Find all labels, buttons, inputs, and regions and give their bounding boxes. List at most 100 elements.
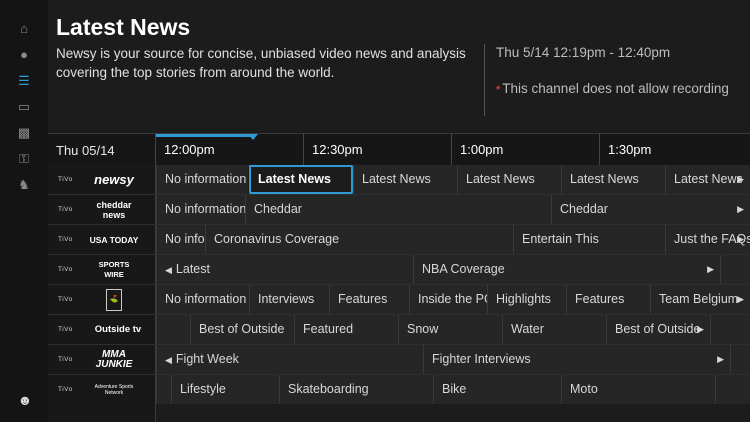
- channel-logo: Adventure Sports Network: [94, 384, 134, 396]
- header-divider: [484, 44, 485, 116]
- program-cell[interactable]: Moto: [561, 375, 715, 404]
- program-cell[interactable]: Features: [566, 285, 650, 314]
- guide-grid: Thu 05/14 12:00pm 12:30pm 1:00pm 1:30pm …: [48, 133, 750, 422]
- channel-logo: Outside tv: [94, 324, 142, 335]
- chevron-right-icon: ▶: [697, 324, 704, 334]
- program-cell[interactable]: [720, 255, 750, 284]
- program-cell[interactable]: Coronavirus Coverage: [205, 225, 513, 254]
- tv-icon[interactable]: ▭: [14, 96, 34, 116]
- program-cell[interactable]: Skateboarding: [279, 375, 433, 404]
- program-cell[interactable]: [156, 315, 190, 344]
- channel-logo: SPORTS WIRE: [98, 260, 130, 279]
- program-cell[interactable]: Latest News: [353, 165, 457, 194]
- sports-icon[interactable]: ⚿: [14, 148, 34, 168]
- program-cell-selected[interactable]: Latest News: [249, 165, 353, 194]
- program-cell[interactable]: Cheddar: [245, 195, 551, 224]
- channel-row: TiVo Outside tv Best of Outside Featured…: [48, 315, 750, 345]
- program-cell[interactable]: Bike: [433, 375, 561, 404]
- program-description: Newsy is your source for concise, unbias…: [56, 46, 466, 80]
- program-cell[interactable]: No information: [156, 195, 245, 224]
- movies-icon[interactable]: ▩: [14, 122, 34, 142]
- golf-logo-icon: ⛳: [106, 289, 122, 311]
- program-cell[interactable]: Latest News ▶: [665, 165, 750, 194]
- time-header: Thu 05/14 12:00pm 12:30pm 1:00pm 1:30pm: [48, 133, 750, 166]
- program-cell-text: Latest: [175, 262, 210, 276]
- program-cell-text: Team Belgium: [659, 292, 739, 306]
- program-cell[interactable]: [715, 375, 750, 404]
- program-cell[interactable]: Best of Outside ▶: [606, 315, 710, 344]
- channel-cell[interactable]: TiVo newsy: [48, 165, 156, 194]
- tivo-tag: TiVo: [58, 296, 73, 303]
- channel-row: TiVo newsy No information Latest News La…: [48, 165, 750, 195]
- time-slot: 12:30pm: [303, 134, 451, 165]
- program-cell[interactable]: Cheddar ▶: [551, 195, 750, 224]
- program-cell[interactable]: NBA Coverage ▶: [413, 255, 720, 284]
- channel-logo: newsy: [94, 172, 134, 187]
- program-cell[interactable]: Team Belgium ▶: [650, 285, 750, 314]
- channel-logo: USA TODAY: [89, 235, 139, 245]
- program-cell[interactable]: No information: [156, 225, 205, 254]
- chevron-right-icon: ▶: [737, 234, 744, 244]
- channel-logo: cheddar news: [96, 200, 132, 220]
- program-cell[interactable]: [156, 375, 171, 404]
- channel-cell[interactable]: TiVo USA TODAY: [48, 225, 156, 254]
- program-cell[interactable]: [710, 315, 750, 344]
- recording-note: * This channel does not allow recording: [496, 81, 729, 96]
- chevron-left-icon: ◀: [165, 355, 172, 365]
- program-cell[interactable]: Fighter Interviews ▶: [423, 345, 730, 374]
- program-cell[interactable]: Entertain This: [513, 225, 665, 254]
- channel-logo: ⛳: [88, 289, 140, 311]
- channel-row: TiVo MMA JUNKIE ◀ Fight Week Fighter Inte…: [48, 345, 750, 375]
- guide-icon[interactable]: ☰: [14, 70, 34, 90]
- chevron-right-icon: ▶: [737, 204, 744, 214]
- tivo-tag: TiVo: [58, 176, 73, 183]
- time-slot: 1:30pm: [599, 134, 750, 165]
- record-icon[interactable]: ●: [14, 44, 34, 64]
- channel-cell[interactable]: TiVo cheddar news: [48, 195, 156, 224]
- program-cell[interactable]: Snow: [398, 315, 502, 344]
- program-cell[interactable]: No information: [156, 165, 248, 194]
- kids-icon[interactable]: ♞: [14, 174, 34, 194]
- chevron-right-icon: ▶: [737, 174, 744, 184]
- program-cell[interactable]: Just the FAQs ▶: [665, 225, 750, 254]
- program-cell[interactable]: ◀ Latest: [156, 255, 413, 284]
- program-cell-text: Best of Outside: [615, 322, 701, 336]
- program-title: Latest News: [56, 14, 191, 40]
- channel-cell[interactable]: TiVo Outside tv: [48, 315, 156, 344]
- program-cell[interactable]: Inside the PGA: [409, 285, 487, 314]
- tivo-tag: TiVo: [58, 356, 73, 363]
- program-cell-text: NBA Coverage: [422, 262, 505, 276]
- channel-cell[interactable]: TiVo Adventure Sports Network: [48, 375, 156, 422]
- program-cell[interactable]: Latest News: [561, 165, 665, 194]
- program-cell[interactable]: Latest News: [457, 165, 561, 194]
- program-cell[interactable]: [730, 345, 750, 374]
- channel-cell[interactable]: TiVo SPORTS WIRE: [48, 255, 156, 284]
- channel-cell[interactable]: TiVo MMA JUNKIE: [48, 345, 156, 374]
- program-cell[interactable]: Featured: [294, 315, 398, 344]
- tivo-tag: TiVo: [58, 266, 73, 273]
- program-cell[interactable]: Water: [502, 315, 606, 344]
- channel-logo: MMA JUNKIE: [95, 349, 133, 370]
- program-cell[interactable]: Lifestyle: [171, 375, 279, 404]
- home-icon[interactable]: ⌂: [14, 18, 34, 38]
- program-cell[interactable]: Highlights: [487, 285, 566, 314]
- program-cell[interactable]: No information: [156, 285, 249, 314]
- recording-note-text: This channel does not allow recording: [502, 81, 729, 96]
- program-info-header: Latest News Newsy is your source for con…: [56, 0, 750, 132]
- tivo-tag: TiVo: [58, 386, 73, 393]
- tivo-logo-icon[interactable]: ☻: [14, 392, 36, 414]
- channel-row: TiVo ⛳ No information Interviews Feature…: [48, 285, 750, 315]
- program-cell[interactable]: ◀ Fight Week: [156, 345, 423, 374]
- chevron-right-icon: ▶: [737, 294, 744, 304]
- program-cell[interactable]: Best of Outside: [190, 315, 294, 344]
- program-cell[interactable]: Interviews: [249, 285, 329, 314]
- chevron-right-icon: ▶: [717, 354, 724, 364]
- program-cell-text: Fight Week: [175, 352, 239, 366]
- channel-row: TiVo SPORTS WIRE ◀ Latest NBA Coverage ▶: [48, 255, 750, 285]
- sidebar: ⌂ ● ☰ ▭ ▩ ⚿ ♞ ☻: [0, 0, 48, 422]
- channel-row: TiVo Adventure Sports Network Lifestyle …: [48, 375, 750, 422]
- tivo-tag: TiVo: [58, 206, 73, 213]
- chevron-left-icon: ◀: [165, 265, 172, 275]
- program-cell[interactable]: Features: [329, 285, 409, 314]
- channel-cell[interactable]: TiVo ⛳: [48, 285, 156, 314]
